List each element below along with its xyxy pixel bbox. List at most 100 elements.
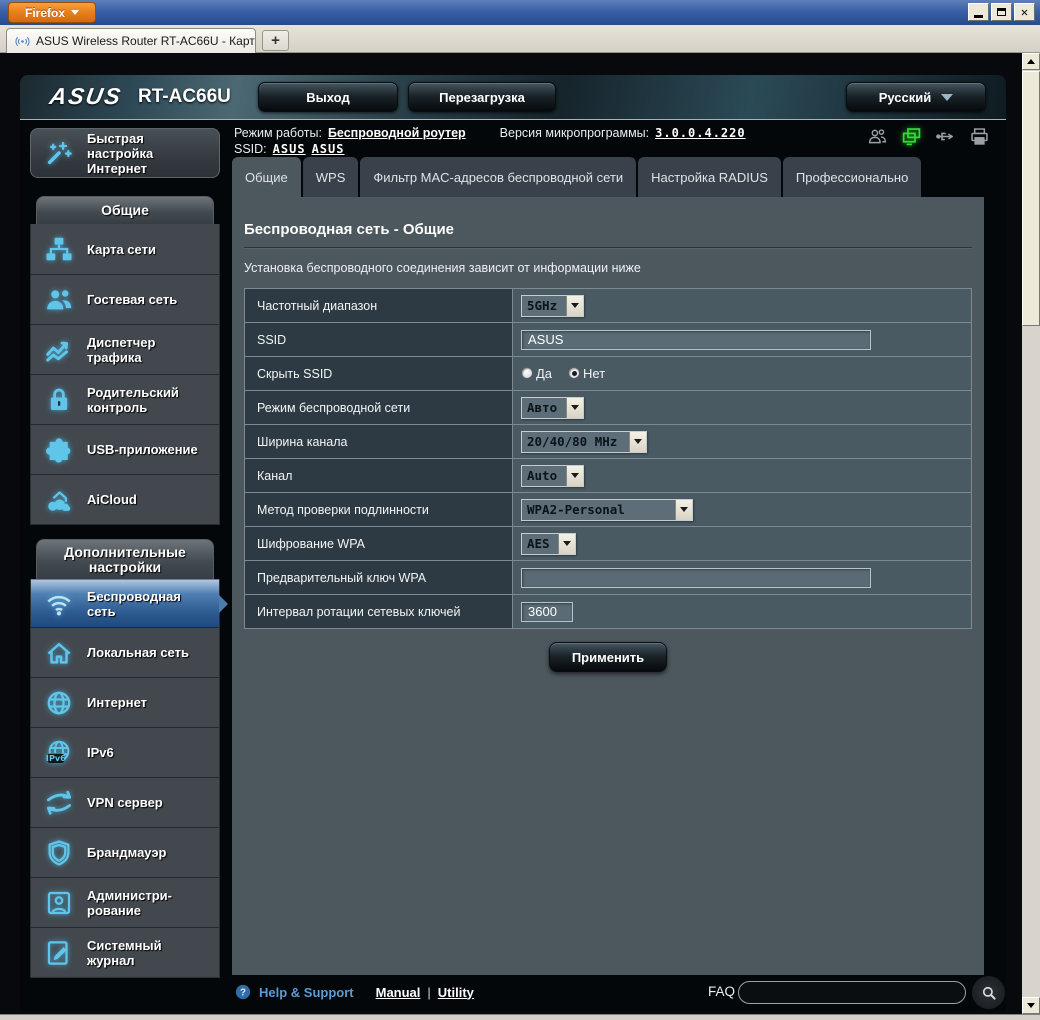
- sidebar-item-network-map[interactable]: Карта сети: [31, 224, 219, 274]
- reboot-button[interactable]: Перезагрузка: [408, 82, 556, 112]
- close-button[interactable]: ✕: [1014, 3, 1035, 21]
- tab-общие[interactable]: Общие: [232, 157, 301, 197]
- language-label: Русский: [879, 90, 932, 105]
- browser-tab-title: ASUS Wireless Router RT-AC66U - Карта се…: [36, 34, 256, 48]
- scrollbar-thumb[interactable]: [1022, 71, 1040, 326]
- scroll-up-button[interactable]: [1022, 53, 1040, 70]
- internet-status-icon[interactable]: [901, 126, 922, 147]
- sidebar-item-label: Брандмауэр: [87, 845, 199, 860]
- wireless-mode-select[interactable]: Авто: [521, 397, 584, 419]
- page-description: Установка беспроводного соединения завис…: [244, 261, 972, 275]
- printer-icon[interactable]: [969, 126, 990, 147]
- chevron-down-icon: [941, 94, 953, 101]
- apply-button[interactable]: Применить: [549, 642, 667, 672]
- hide-ssid-label: Скрыть SSID: [245, 357, 513, 391]
- aicloud-icon: [39, 485, 79, 515]
- ssid-value-cell: [513, 323, 972, 357]
- wpa-encryption-selected-value: AES: [522, 536, 558, 551]
- sidebar-item-admin[interactable]: Администри-рование: [31, 877, 219, 927]
- ssid-label: SSID: [245, 323, 513, 357]
- sidebar-item-lan[interactable]: Локальная сеть: [31, 627, 219, 677]
- faq-search-input[interactable]: [738, 981, 966, 1004]
- channel-bandwidth-value-cell: 20/40/80 MHz: [513, 425, 972, 459]
- sidebar-item-syslog[interactable]: Системный журнал: [31, 927, 219, 977]
- dropdown-arrow-icon[interactable]: [566, 296, 583, 316]
- frequency-band-selected-value: 5GHz: [522, 298, 566, 313]
- browser-scrollbar[interactable]: [1022, 53, 1040, 1014]
- sidebar-item-traffic-manager[interactable]: Диспетчер трафика: [31, 324, 219, 374]
- mode-label: Режим работы:: [234, 125, 322, 141]
- table-row: Интервал ротации сетевых ключей: [245, 595, 972, 629]
- sidebar-item-ipv6[interactable]: IPv6 IPv6: [31, 727, 219, 777]
- router-tabs: ОбщиеWPSФильтр MAC-адресов беспроводной …: [232, 157, 1006, 197]
- dropdown-arrow-icon[interactable]: [629, 432, 646, 452]
- tab-настройка-radius[interactable]: Настройка RADIUS: [638, 157, 781, 197]
- key-rotation-input[interactable]: [521, 602, 573, 622]
- router-header: ASUS RT-AC66U Выход Перезагрузка Русский: [20, 75, 1006, 120]
- mode-link[interactable]: Беспроводной роутер: [328, 125, 466, 141]
- channel-value-cell: Auto: [513, 459, 972, 493]
- channel-select[interactable]: Auto: [521, 465, 584, 487]
- firefox-menu-label: Firefox: [25, 6, 65, 20]
- sidebar-item-aicloud[interactable]: AiCloud: [31, 474, 219, 524]
- dropdown-arrow-icon[interactable]: [566, 466, 583, 486]
- internet-icon: [39, 688, 79, 718]
- browser-tab[interactable]: ASUS Wireless Router RT-AC66U - Карта се…: [6, 28, 256, 53]
- maximize-button[interactable]: [991, 3, 1012, 21]
- usb-icon[interactable]: [935, 126, 956, 147]
- dropdown-arrow-icon[interactable]: [558, 534, 575, 554]
- ipv6-icon: IPv6: [39, 738, 79, 768]
- language-selector[interactable]: Русский: [846, 82, 986, 112]
- utility-link[interactable]: Utility: [438, 985, 474, 1000]
- sidebar-item-label: IPv6: [87, 745, 199, 760]
- frequency-band-select[interactable]: 5GHz: [521, 295, 584, 317]
- sidebar-item-firewall[interactable]: Брандмауэр: [31, 827, 219, 877]
- minimize-button[interactable]: [968, 3, 989, 21]
- help-support-link[interactable]: Help & Support: [259, 985, 354, 1000]
- scroll-down-button[interactable]: [1022, 997, 1040, 1014]
- sidebar-item-label: Интернет: [87, 695, 199, 710]
- firefox-menu-button[interactable]: Firefox: [8, 2, 96, 23]
- tab-профессионально[interactable]: Профессионально: [783, 157, 921, 197]
- channel-bandwidth-select[interactable]: 20/40/80 MHz: [521, 431, 647, 453]
- faq-search-button[interactable]: [972, 976, 1005, 1009]
- sidebar-item-guest-network[interactable]: Гостевая сеть: [31, 274, 219, 324]
- auth-method-value-cell: WPA2-Personal: [513, 493, 972, 527]
- quick-setup-button[interactable]: Быстрая настройка Интернет: [30, 128, 220, 178]
- ssid-link-1[interactable]: ASUS: [273, 141, 306, 157]
- hide-ssid-radio-label-0: Да: [536, 366, 552, 381]
- tab-фильтр-mac-адресов-беспроводной-сети[interactable]: Фильтр MAC-адресов беспроводной сети: [360, 157, 636, 197]
- hide-ssid-radio-0[interactable]: [521, 367, 533, 379]
- hide-ssid-radio-1[interactable]: [568, 367, 580, 379]
- reboot-label: Перезагрузка: [439, 90, 525, 105]
- wireless-favicon-icon: [15, 34, 30, 49]
- clients-icon[interactable]: [867, 126, 888, 147]
- new-tab-button[interactable]: +: [262, 30, 289, 51]
- dropdown-arrow-icon[interactable]: [675, 500, 692, 520]
- firmware-link[interactable]: 3.0.0.4.220: [655, 125, 745, 141]
- sidebar-item-internet[interactable]: Интернет: [31, 677, 219, 727]
- router-page: ASUS RT-AC66U Выход Перезагрузка Русский…: [20, 75, 1006, 1011]
- logout-button[interactable]: Выход: [258, 82, 398, 112]
- manual-link[interactable]: Manual: [376, 985, 421, 1000]
- lan-icon: [39, 638, 79, 668]
- auth-method-select[interactable]: WPA2-Personal: [521, 499, 693, 521]
- sidebar-item-vpn[interactable]: VPN сервер: [31, 777, 219, 827]
- sidebar-item-parental-control[interactable]: Родительский контроль: [31, 374, 219, 424]
- tab-wps[interactable]: WPS: [303, 157, 359, 197]
- ssid-link-2[interactable]: ASUS: [312, 141, 345, 157]
- faq-label: FAQ: [708, 984, 735, 999]
- sidebar-item-wireless[interactable]: Беспроводная сеть: [31, 579, 219, 627]
- dropdown-arrow-icon[interactable]: [566, 398, 583, 418]
- wpa-encryption-select[interactable]: AES: [521, 533, 576, 555]
- ssid-input[interactable]: [521, 330, 871, 350]
- logout-label: Выход: [306, 90, 349, 105]
- sidebar-section-title: Дополнительные настройки: [36, 539, 214, 579]
- wpa-key-value-cell: [513, 561, 972, 595]
- browser-tabstrip: ASUS Wireless Router RT-AC66U - Карта се…: [0, 25, 1040, 53]
- wpa-key-input[interactable]: [521, 568, 871, 588]
- firmware-label: Версия микропрограммы:: [500, 125, 649, 141]
- sidebar-item-usb-app[interactable]: USB-приложение: [31, 424, 219, 474]
- wireless-icon: [39, 589, 79, 619]
- status-icons: [867, 126, 990, 147]
